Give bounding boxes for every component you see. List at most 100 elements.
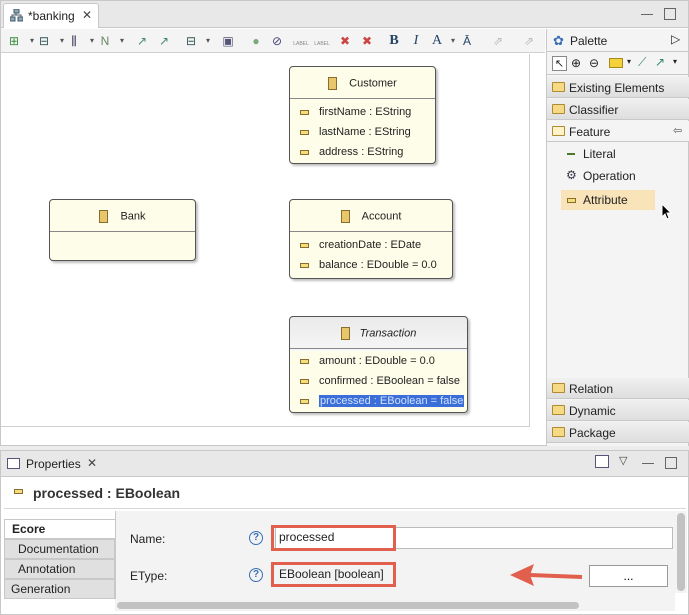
attribute-icon (14, 489, 23, 494)
select-tool-icon[interactable]: ↖ (552, 56, 567, 71)
show-hide-icon[interactable]: ● (248, 33, 264, 49)
dropdown-arrow-icon[interactable]: ▾ (673, 57, 677, 66)
drawer-existing-elements[interactable]: Existing Elements (547, 77, 689, 98)
vertical-scrollbar[interactable] (675, 511, 687, 593)
label-hide-icon[interactable]: LABEL (312, 36, 332, 52)
fill-color-icon[interactable]: ⇗ (490, 33, 506, 49)
align-icon[interactable]: ⫼ (66, 33, 82, 49)
minimize-icon[interactable] (642, 463, 654, 464)
mouse-cursor-icon (661, 203, 673, 220)
font-dialog-icon[interactable]: Ā (459, 33, 475, 49)
note-tool-icon[interactable] (609, 58, 623, 68)
eclass-icon (99, 210, 109, 223)
attribute-row[interactable]: lastName : EString (300, 126, 411, 138)
attribute-row[interactable]: amount : EDouble = 0.0 (300, 355, 435, 367)
drawer-relation[interactable]: Relation (547, 378, 689, 399)
eclass-icon (340, 210, 350, 223)
maximize-icon[interactable] (664, 8, 676, 20)
folder-icon (552, 405, 565, 415)
horizontal-scrollbar[interactable] (115, 599, 675, 611)
attribute-row[interactable]: firstName : EString (300, 106, 411, 118)
diagram-editor: *banking ✕ ⊞ ▾ ⊟ ▾ ⫼ ▾ N ▾ ↗ ↗ ⊟ ▾ ▣ ● ⊘… (0, 0, 689, 446)
tab-documentation[interactable]: Documentation (4, 539, 115, 559)
zoom-in-icon[interactable]: ⊕ (571, 56, 581, 70)
scrollbar-thumb[interactable] (677, 513, 685, 591)
attribute-icon (300, 378, 309, 384)
attribute-row-selected[interactable]: processed : EBoolean = false (300, 395, 465, 407)
italic-icon[interactable]: I (408, 33, 424, 49)
connector-tool-icon[interactable]: ↗ (655, 55, 665, 69)
tab-ecore[interactable]: Ecore (4, 519, 115, 539)
font-color-icon[interactable]: A (429, 33, 445, 49)
help-icon[interactable]: ? (249, 531, 263, 545)
maximize-icon[interactable] (665, 457, 677, 469)
close-icon[interactable]: ✕ (87, 456, 97, 470)
bold-icon[interactable]: B (386, 33, 402, 49)
dropdown-arrow-icon[interactable]: ▾ (200, 33, 216, 49)
name-label: Name: (130, 532, 166, 546)
label-icon[interactable]: LABEL (291, 36, 311, 52)
layout-icon[interactable]: N (97, 33, 113, 49)
pin-view-icon[interactable] (595, 455, 609, 468)
attribute-icon (300, 149, 309, 155)
note-attachment-icon[interactable]: ⟋ (638, 55, 646, 70)
collapse-palette-icon[interactable]: ▷ (671, 32, 680, 46)
tab-annotation[interactable]: Annotation (4, 559, 115, 579)
zoom-out-icon[interactable]: ⊖ (589, 56, 599, 70)
snapshot-icon[interactable]: ▣ (220, 33, 236, 49)
editor-tab-banking[interactable]: *banking ✕ (3, 3, 99, 28)
delete-from-model-icon[interactable]: ✖ (359, 33, 375, 49)
delete-icon[interactable]: ✖ (337, 33, 353, 49)
unpin-icon[interactable]: ↗ (156, 33, 172, 49)
class-node-transaction[interactable]: Transaction amount : EDouble = 0.0 confi… (289, 316, 468, 413)
callout-arrow (510, 564, 583, 586)
editor-tab-label: *banking (28, 9, 75, 23)
class-header: Bank (50, 200, 195, 232)
drawer-package[interactable]: Package (547, 422, 689, 443)
scrollbar-thumb[interactable] (117, 602, 579, 609)
properties-icon (7, 458, 20, 469)
diagram-canvas[interactable]: Customer firstName : EString lastName : … (1, 54, 530, 427)
minimize-icon[interactable] (641, 14, 653, 15)
tab-generation[interactable]: Generation (4, 579, 115, 599)
palette-item-operation[interactable]: ⚙ Operation (561, 166, 655, 186)
attribute-row[interactable]: confirmed : EBoolean = false (300, 375, 460, 387)
view-menu-icon[interactable]: ▽ (619, 454, 627, 467)
drawer-classifier[interactable]: Classifier (547, 99, 689, 120)
drawer-feature[interactable]: Feature ⇦ (547, 121, 689, 142)
highlight-box-etype (271, 562, 396, 587)
folder-open-icon (552, 126, 565, 136)
hide-element-icon[interactable]: ⊘ (269, 33, 285, 49)
class-node-customer[interactable]: Customer firstName : EString lastName : … (289, 66, 436, 164)
attribute-row[interactable]: creationDate : EDate (300, 239, 421, 251)
attribute-row[interactable]: address : EString (300, 146, 403, 158)
palette-item-attribute[interactable]: Attribute (561, 190, 655, 210)
select-all-icon[interactable]: ⊞ (6, 33, 22, 49)
class-node-bank[interactable]: Bank (49, 199, 196, 261)
class-header: Customer (290, 67, 435, 99)
arrange-selection-icon[interactable]: ⊟ (183, 33, 199, 49)
help-icon[interactable]: ? (249, 568, 263, 582)
arrange-icon[interactable]: ⊟ (36, 33, 52, 49)
properties-view: Properties ✕ ▽ processed : EBoolean Ecor… (0, 450, 689, 615)
divider (4, 508, 686, 509)
palette-item-literal[interactable]: Literal (561, 144, 655, 164)
browse-etype-button[interactable]: ... (589, 565, 668, 587)
dropdown-arrow-icon[interactable]: ▾ (114, 33, 130, 49)
palette-header: ✿ Palette ▷ (547, 29, 689, 52)
attribute-icon (300, 242, 309, 248)
pin-icon[interactable]: ↗ (134, 33, 150, 49)
folder-icon (552, 427, 565, 437)
pin-drawer-icon[interactable]: ⇦ (673, 124, 682, 137)
eclass-icon (340, 327, 350, 340)
dropdown-arrow-icon[interactable]: ▾ (627, 57, 631, 66)
close-icon[interactable]: ✕ (82, 8, 92, 22)
attribute-row[interactable]: balance : EDouble = 0.0 (300, 259, 437, 271)
diagram-icon (10, 9, 23, 22)
class-node-account[interactable]: Account creationDate : EDate balance : E… (289, 199, 453, 279)
class-header: Transaction (290, 317, 467, 349)
class-name: Customer (349, 77, 397, 90)
line-color-icon[interactable]: ⇗ (521, 33, 537, 49)
properties-tab-bar: Properties ✕ ▽ (1, 451, 688, 477)
drawer-dynamic[interactable]: Dynamic (547, 400, 689, 421)
